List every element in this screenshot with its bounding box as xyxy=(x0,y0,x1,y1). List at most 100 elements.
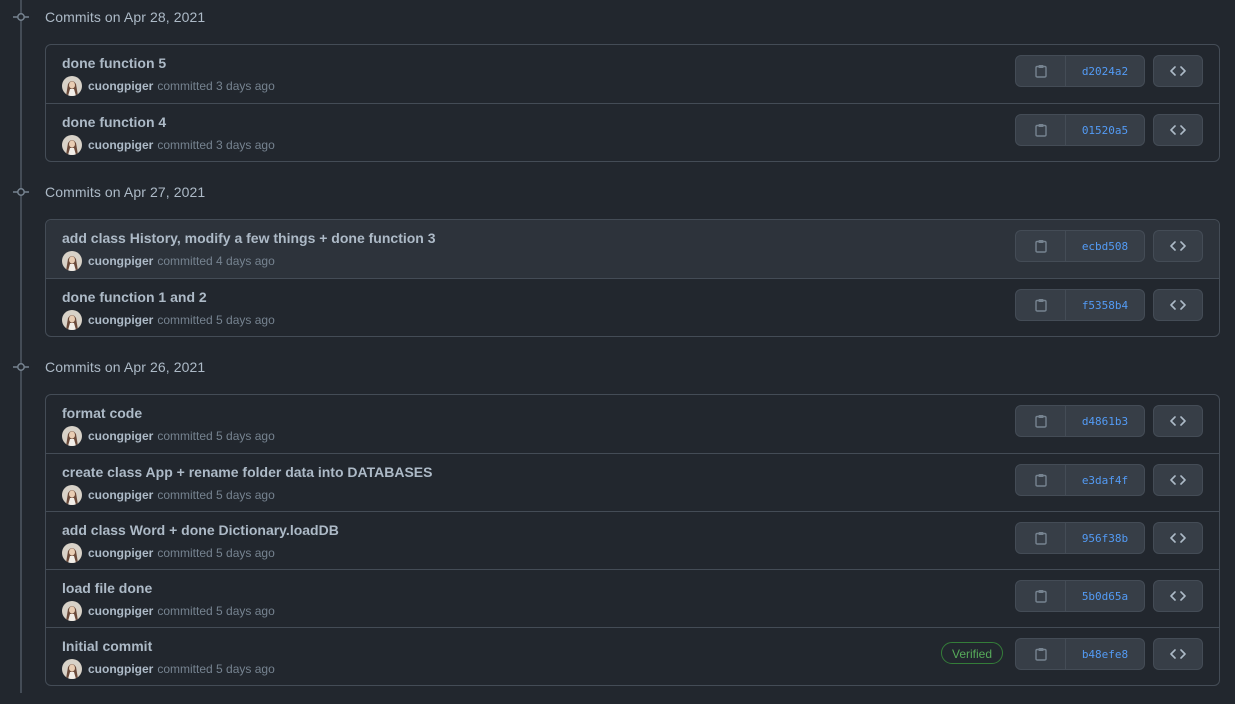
commit-message[interactable]: add class History, modify a few things +… xyxy=(62,230,436,246)
copy-sha-button[interactable] xyxy=(1016,56,1066,86)
commit-time: committed 3 days ago xyxy=(157,138,275,152)
commit-author[interactable]: cuongpiger xyxy=(88,138,153,152)
commit-author[interactable]: cuongpiger xyxy=(88,254,153,268)
commit-group: Commits on Apr 27, 2021 xyxy=(0,175,1235,209)
commit-sha-link[interactable]: b48efe8 xyxy=(1066,639,1144,669)
browse-repo-button[interactable] xyxy=(1153,289,1203,321)
group-title: Commits on Apr 28, 2021 xyxy=(45,9,206,25)
commit-message[interactable]: add class Word + done Dictionary.loadDB xyxy=(62,522,339,538)
commit-sha-link[interactable]: d4861b3 xyxy=(1066,406,1144,436)
clipboard-icon xyxy=(1034,240,1047,253)
commit-row: format code cuongpiger committed 5 days … xyxy=(46,395,1219,453)
commit-time: committed 5 days ago xyxy=(157,488,275,502)
git-commit-icon xyxy=(13,188,29,196)
sha-button-group: b48efe8 xyxy=(1015,638,1145,670)
copy-sha-button[interactable] xyxy=(1016,639,1066,669)
browse-repo-button[interactable] xyxy=(1153,464,1203,496)
avatar[interactable] xyxy=(62,310,82,330)
commit-sha-link[interactable]: f5358b4 xyxy=(1066,290,1144,320)
clipboard-icon xyxy=(1034,415,1047,428)
group-header: Commits on Apr 27, 2021 xyxy=(0,175,1235,209)
avatar[interactable] xyxy=(62,601,82,621)
clipboard-icon xyxy=(1034,648,1047,661)
commit-meta: cuongpiger committed 5 days ago xyxy=(62,601,275,621)
copy-sha-button[interactable] xyxy=(1016,115,1066,145)
avatar[interactable] xyxy=(62,135,82,155)
browse-repo-button[interactable] xyxy=(1153,405,1203,437)
commit-row: load file done cuongpiger committed 5 da… xyxy=(46,569,1219,627)
commit-meta: cuongpiger committed 3 days ago xyxy=(62,135,275,155)
commit-history: Commits on Apr 28, 2021 done function 5 … xyxy=(0,0,1235,704)
copy-sha-button[interactable] xyxy=(1016,290,1066,320)
avatar[interactable] xyxy=(62,251,82,271)
commit-time: committed 3 days ago xyxy=(157,79,275,93)
commit-sha-link[interactable]: 5b0d65a xyxy=(1066,581,1144,611)
sha-button-group: ecbd508 xyxy=(1015,230,1145,262)
clipboard-icon xyxy=(1034,124,1047,137)
commit-sha-link[interactable]: d2024a2 xyxy=(1066,56,1144,86)
commit-sha-link[interactable]: e3daf4f xyxy=(1066,465,1144,495)
avatar[interactable] xyxy=(62,76,82,96)
commit-row: done function 4 cuongpiger committed 3 d… xyxy=(46,103,1219,161)
commit-message[interactable]: done function 1 and 2 xyxy=(62,289,207,305)
commit-message[interactable]: create class App + rename folder data in… xyxy=(62,464,432,480)
code-icon xyxy=(1170,416,1186,426)
commit-author[interactable]: cuongpiger xyxy=(88,546,153,560)
commit-author[interactable]: cuongpiger xyxy=(88,79,153,93)
avatar[interactable] xyxy=(62,426,82,446)
commit-sha-link[interactable]: 956f38b xyxy=(1066,523,1144,553)
avatar[interactable] xyxy=(62,485,82,505)
avatar[interactable] xyxy=(62,659,82,679)
commit-meta: cuongpiger committed 5 days ago xyxy=(62,543,275,563)
commit-sha-link[interactable]: 01520a5 xyxy=(1066,115,1144,145)
commit-row: Initial commit cuongpiger committed 5 da… xyxy=(46,627,1219,685)
commit-message[interactable]: done function 5 xyxy=(62,55,166,71)
commit-sha-link[interactable]: ecbd508 xyxy=(1066,231,1144,261)
commit-author[interactable]: cuongpiger xyxy=(88,313,153,327)
commit-meta: cuongpiger committed 5 days ago xyxy=(62,426,275,446)
commit-meta: cuongpiger committed 5 days ago xyxy=(62,310,275,330)
copy-sha-button[interactable] xyxy=(1016,581,1066,611)
copy-sha-button[interactable] xyxy=(1016,523,1066,553)
browse-repo-button[interactable] xyxy=(1153,580,1203,612)
group-header: Commits on Apr 28, 2021 xyxy=(0,0,1235,34)
browse-repo-button[interactable] xyxy=(1153,55,1203,87)
commit-message[interactable]: done function 4 xyxy=(62,114,166,130)
code-icon xyxy=(1170,241,1186,251)
verified-badge[interactable]: Verified xyxy=(941,642,1003,664)
commit-author[interactable]: cuongpiger xyxy=(88,488,153,502)
commit-row: done function 1 and 2 cuongpiger committ… xyxy=(46,278,1219,336)
browse-repo-button[interactable] xyxy=(1153,230,1203,262)
browse-repo-button[interactable] xyxy=(1153,522,1203,554)
git-commit-icon xyxy=(13,363,29,371)
copy-sha-button[interactable] xyxy=(1016,465,1066,495)
sha-button-group: d2024a2 xyxy=(1015,55,1145,87)
commit-list: add class History, modify a few things +… xyxy=(45,219,1220,337)
commit-author[interactable]: cuongpiger xyxy=(88,429,153,443)
commit-meta: cuongpiger committed 5 days ago xyxy=(62,485,275,505)
sha-button-group: e3daf4f xyxy=(1015,464,1145,496)
commit-meta: cuongpiger committed 5 days ago xyxy=(62,659,275,679)
timeline-line xyxy=(20,0,22,693)
clipboard-icon xyxy=(1034,590,1047,603)
commit-message[interactable]: load file done xyxy=(62,580,152,596)
avatar[interactable] xyxy=(62,543,82,563)
group-header: Commits on Apr 26, 2021 xyxy=(0,350,1235,384)
copy-sha-button[interactable] xyxy=(1016,406,1066,436)
commit-row: done function 5 cuongpiger committed 3 d… xyxy=(46,45,1219,103)
code-icon xyxy=(1170,66,1186,76)
commit-message[interactable]: Initial commit xyxy=(62,638,152,654)
group-title: Commits on Apr 26, 2021 xyxy=(45,359,206,375)
commit-list: format code cuongpiger committed 5 days … xyxy=(45,394,1220,686)
commit-author[interactable]: cuongpiger xyxy=(88,662,153,676)
commit-row: add class Word + done Dictionary.loadDB … xyxy=(46,511,1219,569)
browse-repo-button[interactable] xyxy=(1153,114,1203,146)
clipboard-icon xyxy=(1034,474,1047,487)
commit-time: committed 5 days ago xyxy=(157,662,275,676)
commit-message[interactable]: format code xyxy=(62,405,142,421)
browse-repo-button[interactable] xyxy=(1153,638,1203,670)
copy-sha-button[interactable] xyxy=(1016,231,1066,261)
commit-author[interactable]: cuongpiger xyxy=(88,604,153,618)
sha-button-group: f5358b4 xyxy=(1015,289,1145,321)
commit-list: done function 5 cuongpiger committed 3 d… xyxy=(45,44,1220,162)
